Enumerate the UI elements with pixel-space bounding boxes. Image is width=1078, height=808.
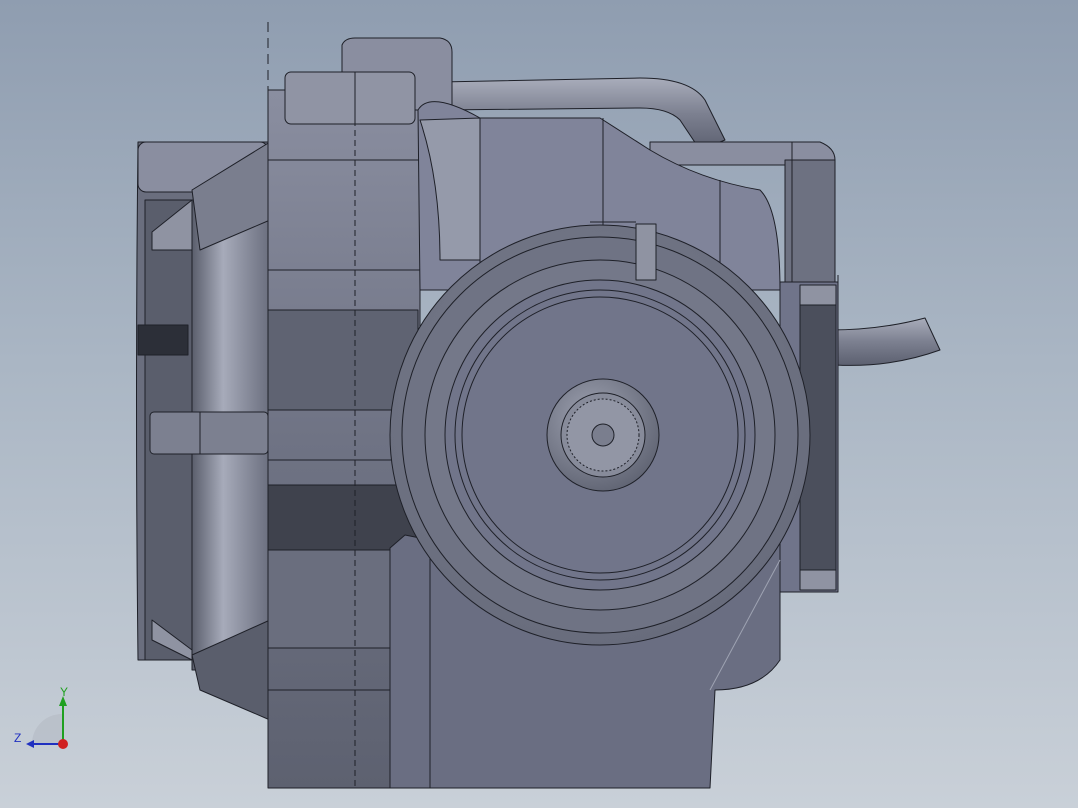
cad-viewport[interactable]: Y Z: [0, 0, 1078, 808]
left-end-cap: [136, 141, 271, 721]
x-axis-point: [58, 739, 68, 749]
shaft-hub: [546, 378, 660, 492]
y-axis-label: Y: [60, 686, 68, 699]
z-axis-label: Z: [14, 731, 21, 745]
right-pipe: [829, 317, 941, 366]
cad-model-render[interactable]: [0, 0, 1078, 808]
z-axis-arrow: [26, 740, 34, 748]
triad-sphere: [32, 714, 62, 744]
orientation-triad: Y Z: [10, 685, 80, 756]
